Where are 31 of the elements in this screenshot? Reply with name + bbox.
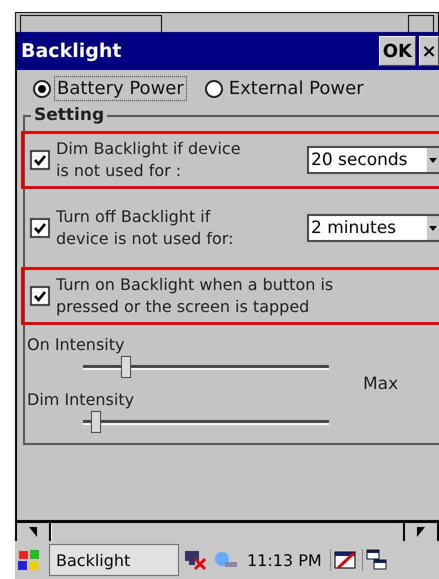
radio-icon[interactable] <box>204 80 223 98</box>
taskbar-button[interactable]: Backlight <box>49 544 179 576</box>
radio-icon[interactable] <box>33 80 51 98</box>
max-label: Max <box>363 374 398 394</box>
slider-thumb[interactable] <box>91 411 102 433</box>
check-icon <box>33 222 47 234</box>
windows-icon[interactable] <box>362 549 388 571</box>
slider-label: On Intensity <box>27 335 126 354</box>
caret-icon[interactable] <box>427 148 439 172</box>
slider-label: Dim Intensity <box>27 390 136 409</box>
ok-button[interactable]: OK <box>378 36 416 66</box>
checkbox[interactable] <box>30 218 50 238</box>
option-label: Turn on Backlight when a button is pressed or the screen is tapped <box>56 274 334 318</box>
radio-option[interactable]: External Power <box>204 76 367 101</box>
network-disconnected-icon[interactable] <box>183 549 209 571</box>
slider-thumb[interactable] <box>120 356 131 378</box>
window-title: Backlight <box>21 40 122 62</box>
option-label: Dim Backlight if device is not used for : <box>56 138 242 182</box>
input-panel-icon[interactable] <box>330 549 358 571</box>
clock[interactable]: 11:13 PM <box>247 550 322 570</box>
option-label: Turn off Backlight if device is not used for: <box>56 206 234 250</box>
caret-icon[interactable] <box>427 216 439 240</box>
checkbox[interactable] <box>30 150 50 170</box>
group-title: Setting <box>31 105 108 125</box>
time-dropdown[interactable]: 20 seconds <box>307 146 439 174</box>
time-dropdown[interactable]: 2 minutes <box>307 214 439 242</box>
checkbox[interactable] <box>30 286 50 306</box>
check-icon <box>33 154 47 166</box>
check-icon <box>33 290 47 302</box>
horizontal-scrollbar[interactable] <box>17 520 439 541</box>
close-button[interactable]: × <box>419 36 439 66</box>
